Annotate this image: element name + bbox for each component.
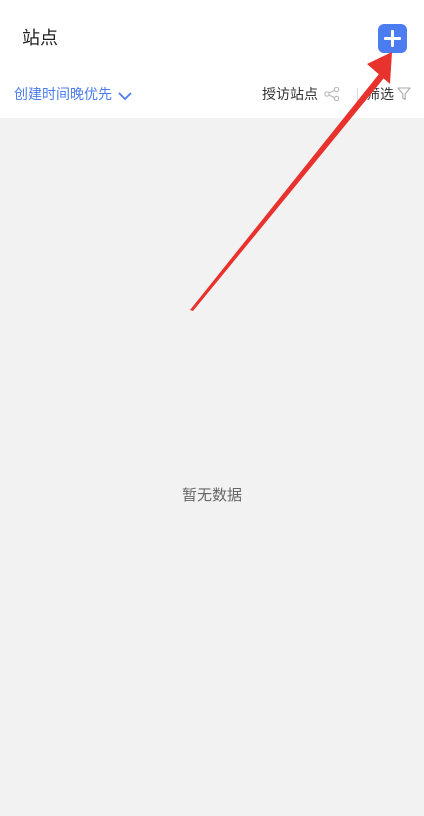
plus-icon	[384, 30, 401, 47]
sort-dropdown[interactable]: 创建时间晚优先	[14, 82, 132, 108]
header-bar: 站点 创建时间晚优先 授访站点 筛选	[0, 0, 424, 118]
filter-icon	[397, 86, 411, 105]
red-arrow-icon	[190, 52, 392, 311]
chevron-down-icon	[118, 86, 132, 105]
filter-label: 筛选	[366, 87, 394, 103]
visit-sites-label: 授访站点	[262, 87, 318, 103]
share-icon	[324, 86, 340, 105]
page-title: 站点	[22, 28, 58, 49]
toolbar-divider	[357, 88, 358, 102]
empty-state-text: 暂无数据	[181, 486, 242, 504]
sort-label: 创建时间晚优先	[14, 87, 112, 103]
add-site-button[interactable]	[378, 24, 407, 53]
filter-button[interactable]: 筛选	[366, 82, 411, 108]
visit-sites-button[interactable]: 授访站点	[262, 82, 340, 108]
toolbar: 创建时间晚优先 授访站点 筛选	[0, 82, 424, 108]
